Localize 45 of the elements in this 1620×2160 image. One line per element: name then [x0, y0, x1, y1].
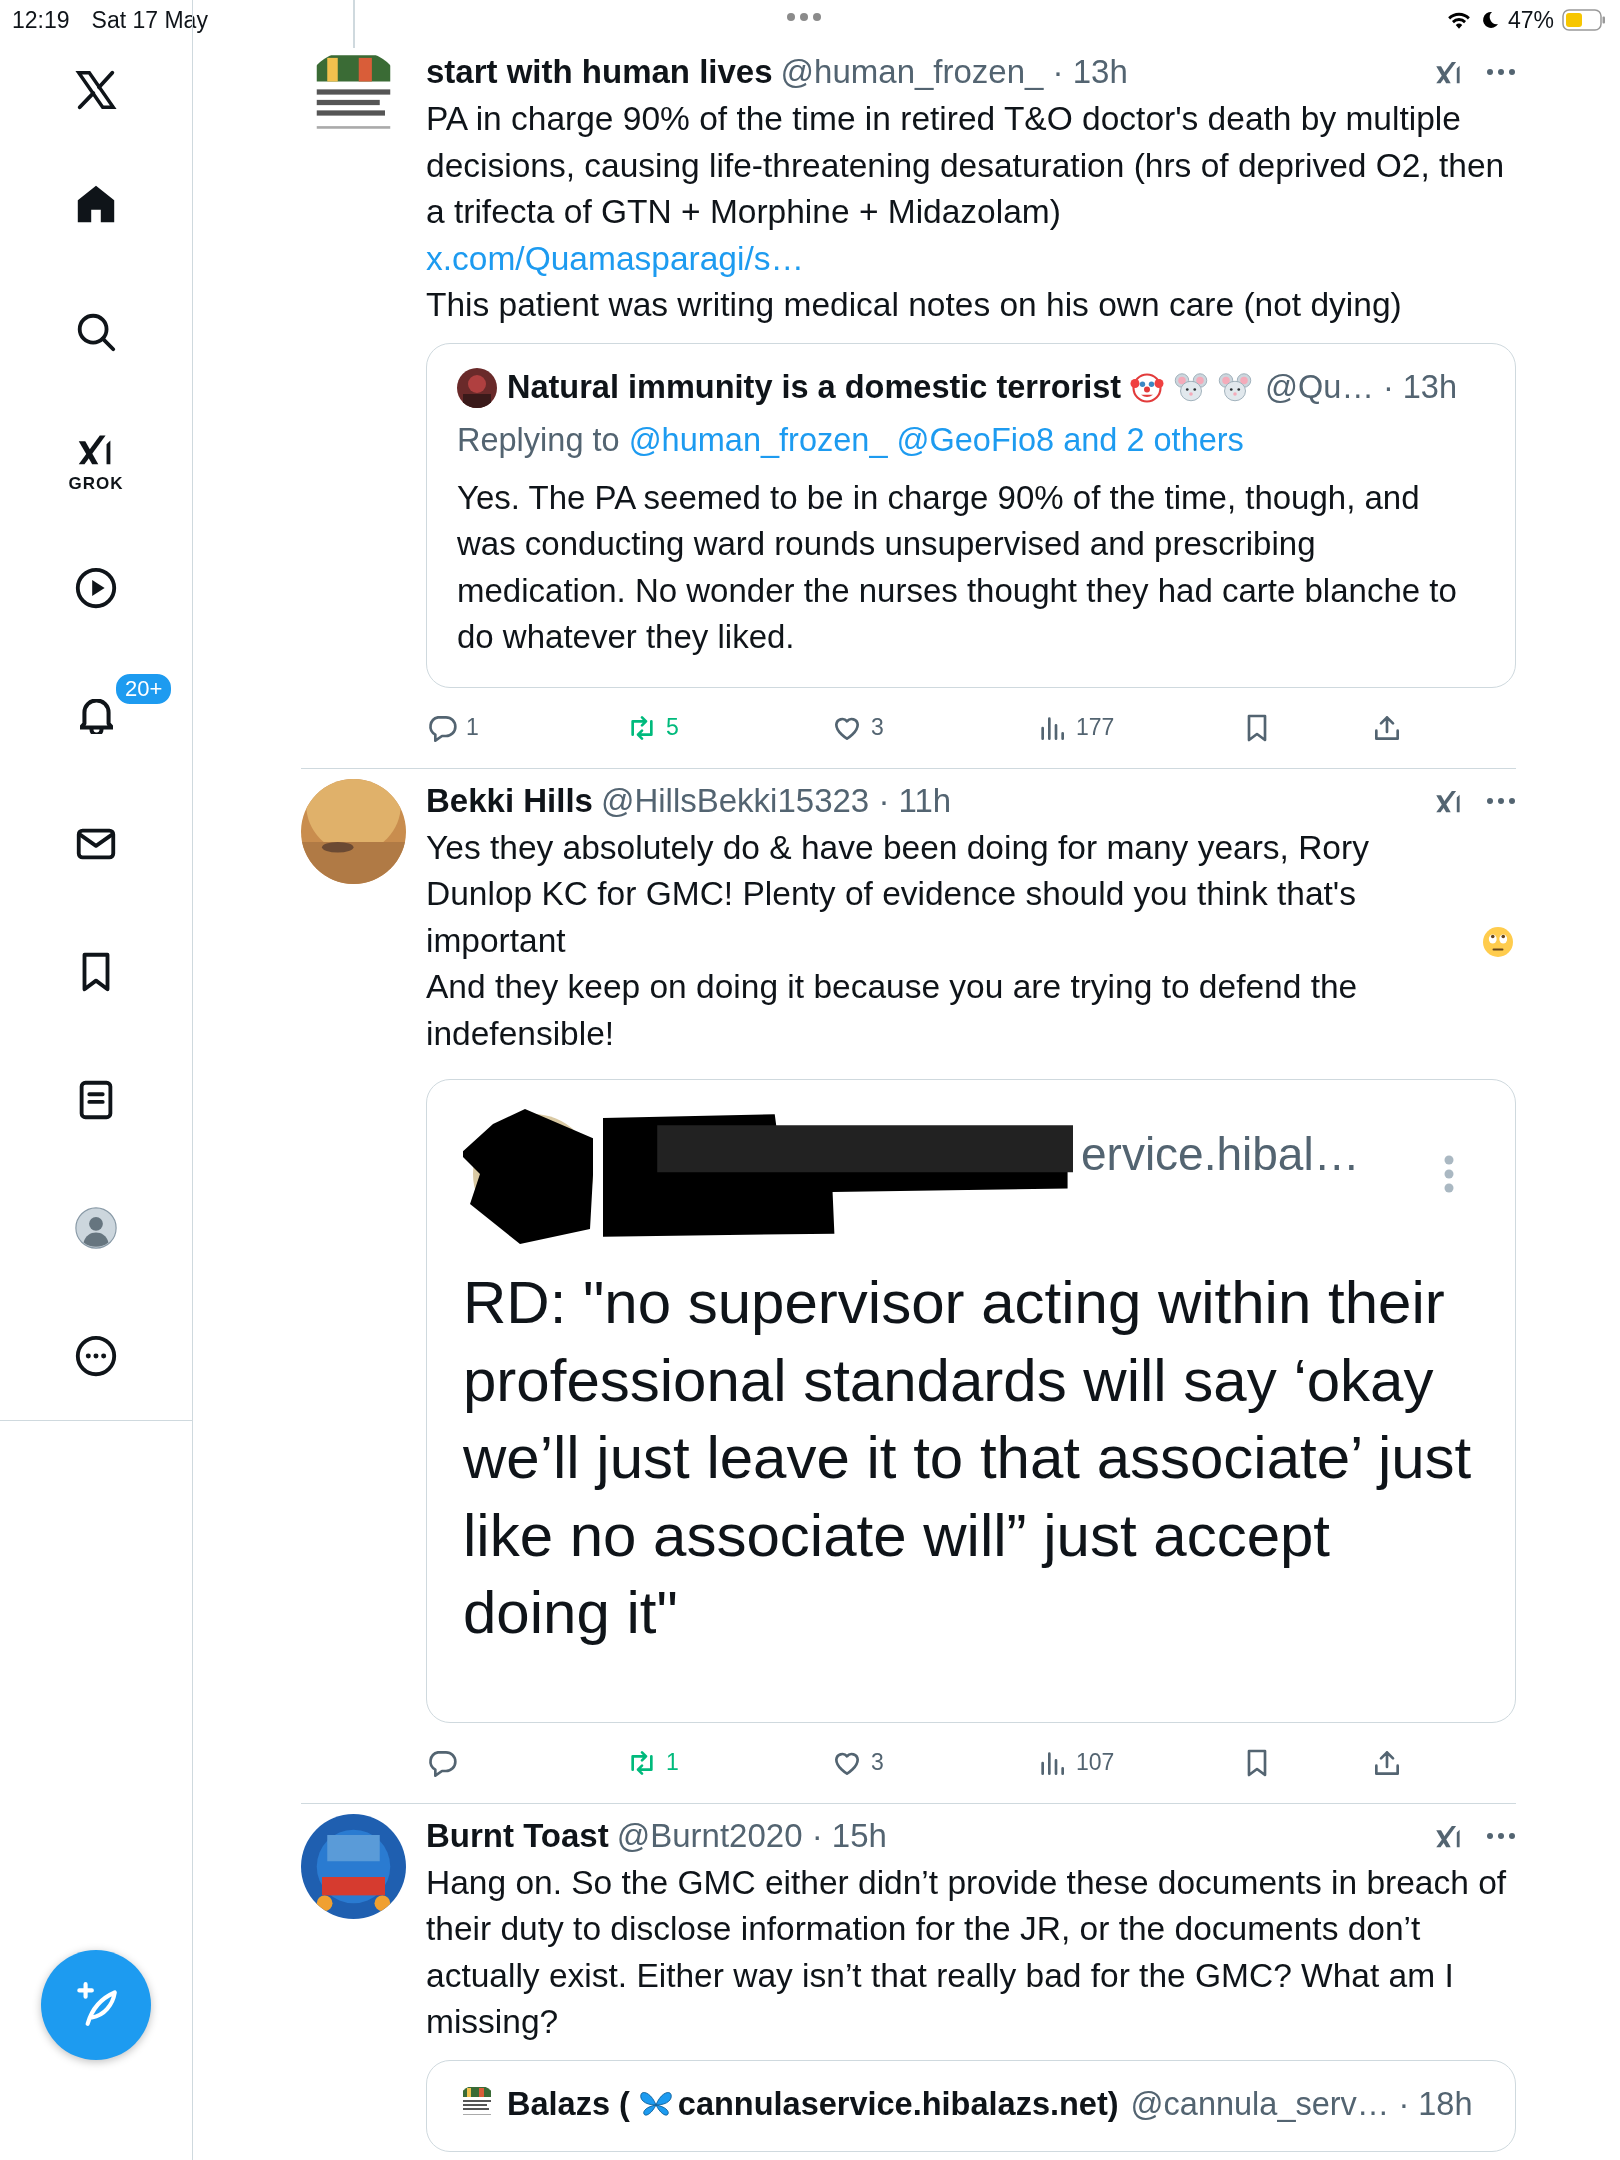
avatar-icon[interactable]: [73, 1205, 119, 1251]
screenshot-author-name: ervice.hibal…: [1081, 1127, 1360, 1181]
quoted-author-name: Balazs (: [507, 2086, 630, 2123]
author-name[interactable]: Bekki Hills: [426, 781, 593, 820]
author-handle: @Burnt2020 · 15h: [616, 1816, 887, 1855]
status-time: 12:19: [12, 6, 70, 34]
views-button[interactable]: 107: [1036, 1746, 1115, 1779]
reply-button[interactable]: 1: [426, 711, 479, 744]
quoted-post[interactable]: Balazs ( cannulaservice.hibalazs.net) @cannula_serv… · 18h: [426, 2059, 1516, 2152]
tweet-text: This patient was writing medical notes on his own care (not dying): [426, 285, 1402, 325]
grok-tab[interactable]: GROK: [68, 426, 124, 494]
quoted-author-name: Natural immunity is a domestic terrorist: [507, 369, 1122, 406]
more-icon[interactable]: [73, 1333, 119, 1379]
play-icon[interactable]: [73, 565, 119, 611]
like-button[interactable]: 3: [831, 711, 884, 744]
views-button[interactable]: 177: [1036, 711, 1115, 744]
battery-icon: [1562, 9, 1606, 31]
author-name[interactable]: Burnt Toast: [426, 1816, 609, 1855]
quoted-author-name: cannulaservice.hibalazs.net): [677, 2086, 1119, 2123]
author-handle: @HillsBekki15323 · 11h: [600, 781, 952, 820]
replying-label: Replying to: [457, 421, 621, 458]
tweet-text: Yes they absolutely do & have been doing for many years, Rory Dunlop KC for GMC! Plenty of evidence should you think that's important: [426, 827, 1370, 961]
author-handle: @human_frozen_ · 13h: [780, 53, 1128, 91]
battery-percent: 47%: [1507, 6, 1554, 34]
notification-badge: 20+: [114, 672, 174, 706]
status-date: Sat 17 May: [91, 6, 208, 34]
multitasking-dots-icon: [786, 12, 822, 22]
tweet-text: Hang on. So the GMC either didn’t provide these documents in breach of their duty to disclose information for the JR, or the documents don’t actually exist. Either way isn’t that really bad for the GMC? What am I missing?: [426, 1862, 1508, 2042]
screenshot-text: RD: "no supervisor acting within their professional standards will say ‘okay we’ll just leave it to that associate’ just like no associate will” just accept doing it": [463, 1268, 1473, 1648]
more-icon[interactable]: [1486, 1831, 1516, 1840]
quoted-author-handle: @cannula_serv… · 18h: [1130, 2086, 1473, 2123]
like-button[interactable]: 3: [831, 1746, 884, 1779]
wifi-icon: [1445, 10, 1472, 30]
author-name[interactable]: start with human lives: [426, 53, 773, 91]
quoted-text: Yes. The PA seemed to be in charge 90% of the time, though, and was conducting ward rounds unsupervised and prescribing medication. No wonder the nurses thought they had carte blanche to do whatever they liked.: [457, 477, 1458, 657]
grok-label: GROK: [68, 474, 124, 494]
compose-button[interactable]: [41, 1950, 151, 2060]
more-icon[interactable]: [1486, 796, 1516, 805]
bell-icon[interactable]: [79, 698, 113, 734]
eye-roll-emoji-icon: [1480, 924, 1516, 960]
tweet-text: PA in charge 90% of the time in retired T&O doctor's death by multiple decisions, causing life-threatening desaturation (hrs of deprived O2, then a trifecta of GTN + Morphine + Midazolam): [426, 99, 1506, 232]
more-icon[interactable]: [1486, 68, 1516, 76]
vertical-more-icon: [1443, 1154, 1455, 1194]
quoted-author-handle: @Qu… · 13h: [1265, 369, 1457, 406]
tweet-text: And they keep on doing it because you are trying to defend the indefensible!: [426, 967, 1359, 1054]
